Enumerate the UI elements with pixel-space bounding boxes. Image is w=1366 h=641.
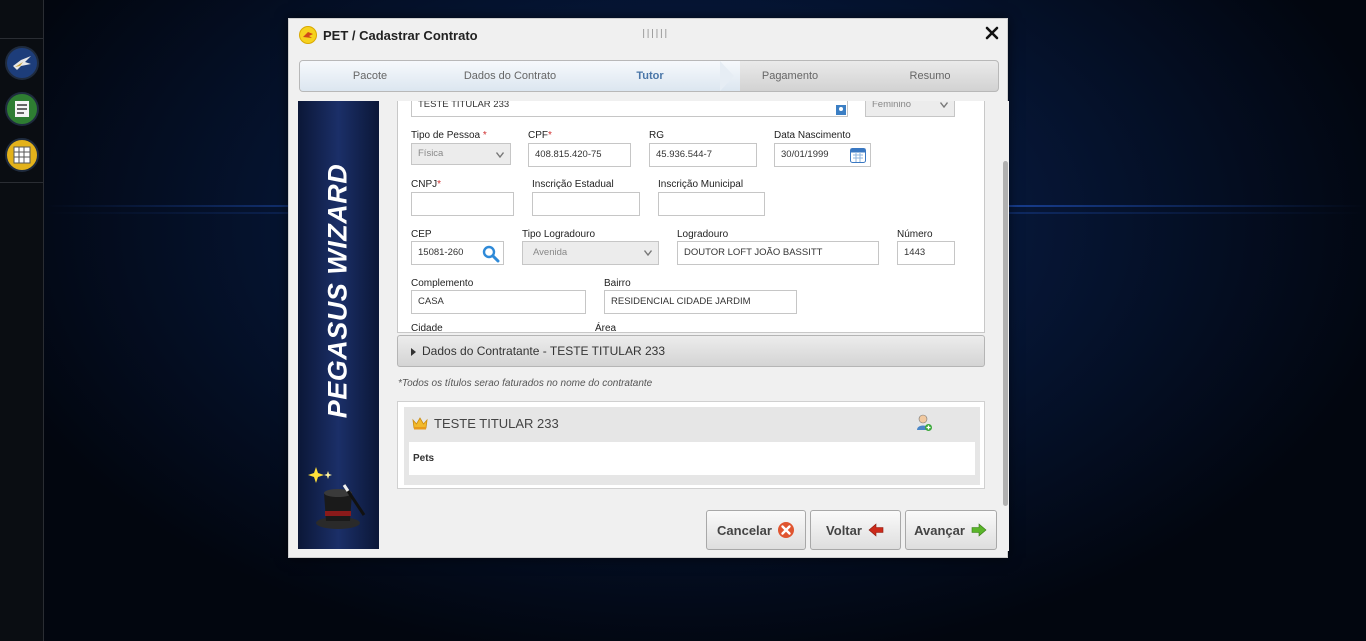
banner-title: PEGASUS WIZARD (322, 163, 353, 419)
toolbar-divider (0, 38, 44, 39)
add-user-icon[interactable] (916, 414, 932, 432)
arrow-left-icon (868, 523, 884, 537)
pet-app-icon (299, 26, 317, 44)
logradouro-input[interactable]: DOUTOR LOFT JOÃO BASSITT (677, 241, 879, 265)
next-button[interactable]: Avançar (905, 510, 997, 550)
tipo-pessoa-label: Tipo de Pessoa * (411, 130, 487, 141)
pegasus-app-button[interactable] (5, 46, 39, 80)
form-icon (15, 101, 29, 117)
nome-input[interactable]: TESTE TITULAR 233 (411, 101, 848, 117)
scrollbar-thumb[interactable] (1003, 161, 1008, 506)
grid-app-button[interactable] (5, 138, 39, 172)
left-toolbar (0, 0, 44, 641)
step-tutor[interactable]: Tutor (580, 61, 720, 91)
grid-icon (13, 146, 31, 164)
pegasus-icon (13, 56, 31, 70)
titular-name: TESTE TITULAR 233 (434, 416, 559, 431)
step-pacote[interactable]: Pacote (300, 61, 440, 91)
required-mark: * (437, 179, 442, 190)
cep-label: CEP (411, 229, 432, 240)
close-icon[interactable] (985, 26, 999, 40)
sexo-select[interactable]: Feminino (865, 101, 955, 117)
sexo-value: Feminino (872, 101, 912, 110)
cpf-label: CPF* (528, 130, 552, 141)
chevron-down-icon (496, 152, 504, 158)
cpf-input[interactable]: 408.815.420-75 (528, 143, 631, 167)
tipo-pessoa-label-text: Tipo de Pessoa (411, 130, 481, 141)
contratante-accordion[interactable]: Dados do Contratante - TESTE TITULAR 233 (397, 335, 985, 367)
expand-arrow-icon (411, 348, 416, 356)
cancel-icon (777, 522, 794, 538)
wizard-banner: PEGASUS WIZARD (298, 101, 379, 549)
tipo-pessoa-value: Física (418, 148, 444, 159)
tutor-form[interactable]: TESTE TITULAR 233 Feminino Tipo de Pesso… (397, 101, 985, 333)
numero-input[interactable]: 1443 (897, 241, 955, 265)
step-resumo[interactable]: Resumo (860, 61, 998, 91)
dialog-scrollbar[interactable] (1002, 101, 1009, 551)
tipo-logradouro-select[interactable]: Avenida (522, 241, 659, 265)
inscricao-estadual-label: Inscrição Estadual (532, 179, 614, 190)
back-button-label: Voltar (826, 522, 862, 538)
step-pagamento[interactable]: Pagamento (720, 61, 860, 91)
billing-note: *Todos os títulos serao faturados no nom… (398, 378, 653, 389)
titular-card-header: TESTE TITULAR 233 (404, 407, 980, 441)
crown-icon (412, 417, 428, 430)
next-button-label: Avançar (914, 522, 965, 538)
drag-handle[interactable]: |||||| (641, 29, 668, 39)
inscricao-municipal-input[interactable] (658, 192, 765, 216)
tipo-logradouro-value: Avenida (533, 247, 568, 258)
cancel-button[interactable]: Cancelar (706, 510, 806, 550)
bairro-input[interactable]: RESIDENCIAL CIDADE JARDIM (604, 290, 797, 314)
step-dados-do-contrato[interactable]: Dados do Contrato (440, 61, 580, 91)
cnpj-input[interactable] (411, 192, 514, 216)
dialog-title-bar[interactable]: PET / Cadastrar Contrato (299, 25, 478, 45)
cpf-label-text: CPF (528, 130, 548, 141)
area-label: Área (595, 323, 617, 333)
dialog-title: PET / Cadastrar Contrato (323, 27, 478, 43)
data-nascimento-value: 30/01/1999 (781, 149, 829, 160)
rg-label: RG (649, 130, 664, 141)
complemento-input[interactable]: CASA (411, 290, 586, 314)
titular-panel: TESTE TITULAR 233 Pets (397, 401, 985, 489)
back-button[interactable]: Voltar (810, 510, 901, 550)
titular-card: TESTE TITULAR 233 Pets (404, 407, 980, 485)
logradouro-label: Logradouro (677, 229, 729, 240)
cep-value: 15081-260 (418, 247, 464, 258)
required-mark: * (482, 130, 487, 141)
rg-input[interactable]: 45.936.544-7 (649, 143, 757, 167)
inscricao-estadual-input[interactable] (532, 192, 640, 216)
tipo-logradouro-label: Tipo Logradouro (522, 229, 596, 240)
complemento-label: Complemento (411, 278, 474, 289)
calendar-icon[interactable] (850, 147, 866, 163)
search-person-icon[interactable] (836, 105, 846, 115)
wizard-dialog: PET / Cadastrar Contrato |||||| Pacote D… (288, 18, 1009, 558)
inscricao-municipal-label: Inscrição Municipal (658, 179, 744, 190)
magic-hat-icon (308, 467, 366, 529)
cidade-label: Cidade (411, 323, 443, 333)
form-app-button[interactable] (5, 92, 39, 126)
bairro-label: Bairro (604, 278, 631, 289)
pets-section: Pets (409, 442, 975, 475)
search-icon[interactable] (482, 245, 500, 263)
cancel-button-label: Cancelar (717, 522, 772, 538)
data-nascimento-label: Data Nascimento (774, 130, 851, 141)
cnpj-label: CNPJ* (411, 179, 441, 190)
arrow-right-icon (971, 523, 987, 537)
accordion-label: Dados do Contratante - TESTE TITULAR 233 (422, 344, 666, 358)
chevron-down-icon (644, 250, 652, 256)
toolbar-divider (0, 182, 44, 183)
cnpj-label-text: CNPJ (411, 179, 438, 190)
tipo-pessoa-select[interactable]: Física (411, 143, 511, 165)
wizard-steps: Pacote Dados do Contrato Tutor Pagamento… (299, 60, 999, 92)
numero-label: Número (897, 229, 933, 240)
required-mark: * (548, 130, 552, 141)
chevron-down-icon (940, 102, 948, 108)
pets-label: Pets (413, 453, 435, 464)
